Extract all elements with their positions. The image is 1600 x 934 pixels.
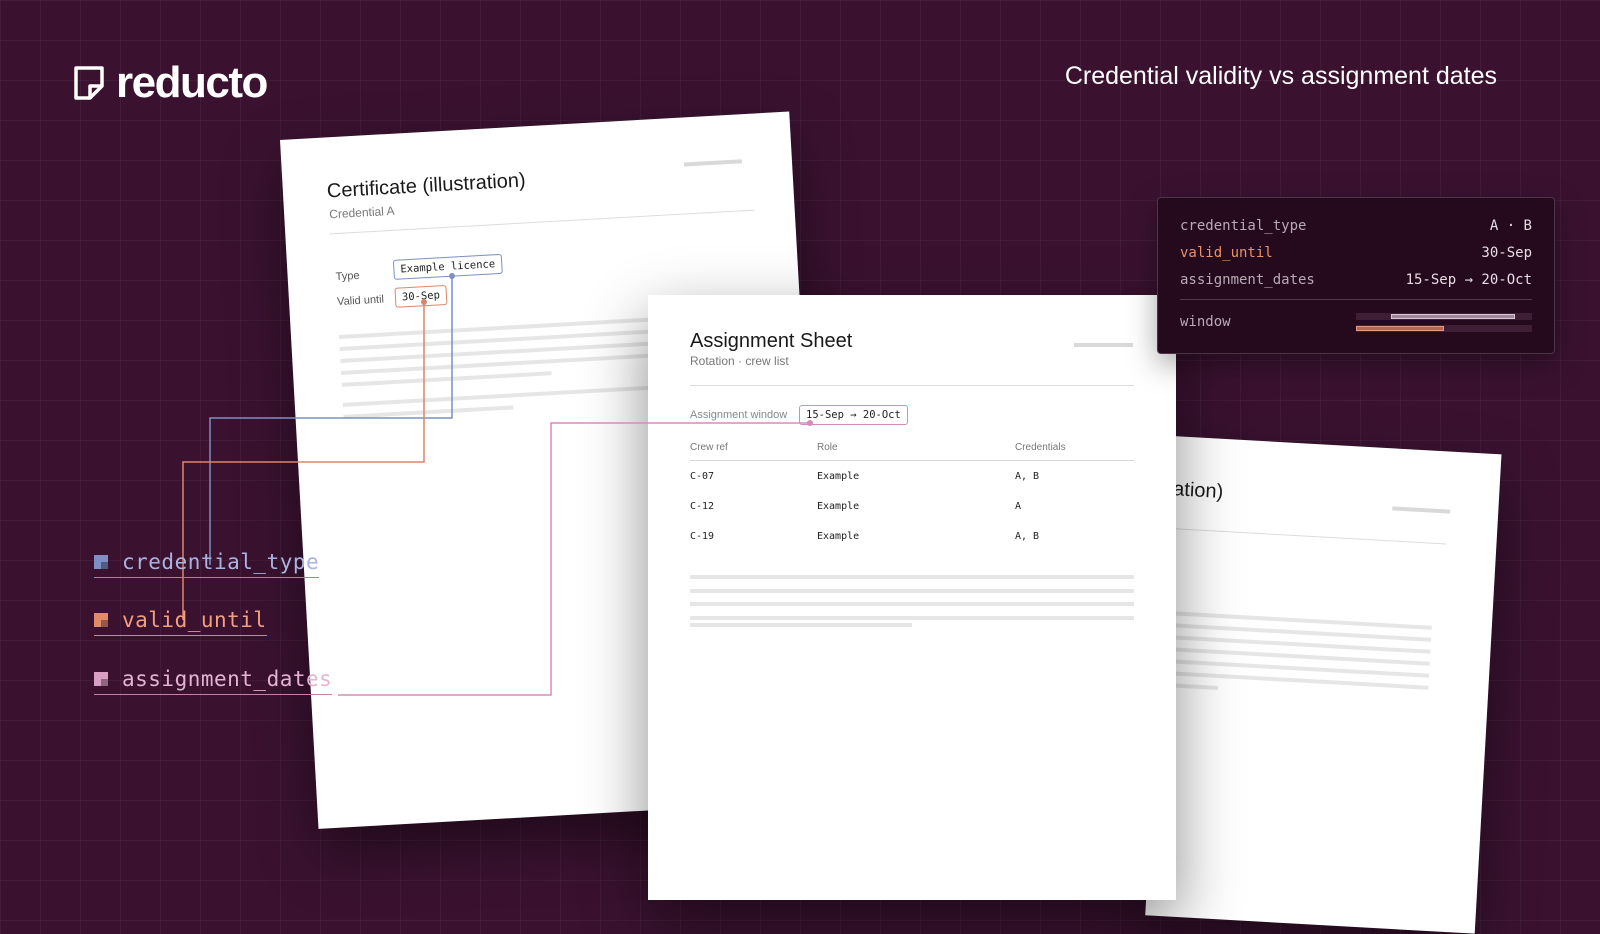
- reducto-logo: reducto: [74, 58, 268, 108]
- panel-value: 30-Sep: [1481, 245, 1532, 261]
- validity-track: [1356, 325, 1532, 332]
- text-line: [690, 589, 1134, 593]
- text-line: [690, 616, 1134, 620]
- legend-label: assignment_dates: [122, 667, 333, 691]
- extracted-fields-panel: credential_type A · B valid_until 30-Sep…: [1157, 197, 1555, 354]
- assignment-title: Assignment Sheet: [690, 330, 853, 352]
- text-line: [690, 602, 1134, 606]
- credentials-cell: A: [1015, 501, 1022, 512]
- validity-bar: [1356, 326, 1444, 331]
- valid-until-swatch-icon: [94, 613, 108, 627]
- assignment-window-chip: 15-Sep → 20-Oct: [799, 405, 908, 425]
- assignment-document: Assignment Sheet Rotation · crew list As…: [648, 295, 1176, 900]
- panel-row-credential-type: credential_type A · B: [1180, 218, 1532, 234]
- text-line: [343, 405, 514, 419]
- legend-label: credential_type: [122, 550, 320, 574]
- window-label: window: [1180, 314, 1231, 330]
- assignment-window-bar: [1391, 314, 1515, 319]
- table-row: C-19 Example A, B: [690, 521, 1134, 551]
- back-doc-header-bar: [1392, 506, 1451, 514]
- text-line: [690, 575, 1134, 579]
- panel-divider: [1180, 299, 1532, 300]
- role-cell: Example: [817, 501, 860, 512]
- logo-icon: [74, 66, 104, 100]
- legend-label: valid_until: [122, 608, 267, 632]
- credentials-cell: A, B: [1015, 471, 1040, 482]
- text-line: [690, 623, 912, 627]
- panel-key: assignment_dates: [1180, 272, 1315, 288]
- type-value-chip: Example licence: [392, 253, 503, 280]
- text-line: [341, 371, 552, 387]
- page-headline: Credential validity vs assignment dates: [1064, 62, 1497, 90]
- certificate-subtitle: Credential A: [328, 203, 395, 222]
- legend-valid-until: valid_until: [94, 608, 267, 636]
- assignment-header-bar: [1074, 343, 1133, 347]
- valid-until-label: Valid until: [336, 293, 385, 309]
- assignment-divider: [690, 385, 1134, 386]
- legend-assignment-dates: assignment_dates: [94, 667, 333, 695]
- panel-row-assignment-dates: assignment_dates 15-Sep → 20-Oct: [1180, 272, 1532, 288]
- assignment-dates-swatch-icon: [94, 672, 108, 686]
- legend-credential-type: credential_type: [94, 550, 320, 578]
- back-doc-divider: [1156, 527, 1447, 545]
- panel-key: credential_type: [1180, 218, 1307, 234]
- role-cell: Example: [817, 471, 860, 482]
- crew-ref-cell: C-19: [690, 531, 715, 542]
- panel-key: valid_until: [1180, 245, 1273, 261]
- table-row: C-07 Example A, B: [690, 461, 1134, 492]
- type-label: Type: [335, 269, 360, 284]
- crew-table: Crew ref Role Credentials C-07 Example A…: [690, 442, 1134, 551]
- assignment-window-label: Assignment window: [690, 409, 788, 421]
- certificate-header-bar: [683, 159, 743, 167]
- certificate-title: Certificate (illustration): [326, 169, 527, 203]
- crew-table-header: Crew ref Role Credentials: [690, 442, 1134, 461]
- panel-value: A · B: [1489, 218, 1532, 234]
- column-header-crew-ref: Crew ref: [690, 442, 817, 461]
- table-row: C-12 Example A: [690, 491, 1134, 521]
- panel-row-valid-until: valid_until 30-Sep: [1180, 245, 1532, 261]
- brand-name: reducto: [116, 58, 268, 107]
- credentials-cell: A, B: [1015, 531, 1040, 542]
- background-document: tration) g: [1145, 436, 1502, 934]
- panel-value: 15-Sep → 20-Oct: [1405, 272, 1532, 288]
- column-header-credentials: Credentials: [1015, 442, 1134, 461]
- valid-until-value-chip: 30-Sep: [394, 284, 448, 308]
- crew-ref-cell: C-12: [690, 501, 715, 512]
- crew-ref-cell: C-07: [690, 471, 715, 482]
- assignment-window-track: [1356, 313, 1532, 320]
- assignment-subtitle: Rotation · crew list: [690, 354, 789, 368]
- role-cell: Example: [817, 531, 860, 542]
- credential-type-swatch-icon: [94, 555, 108, 569]
- column-header-role: Role: [817, 442, 1015, 461]
